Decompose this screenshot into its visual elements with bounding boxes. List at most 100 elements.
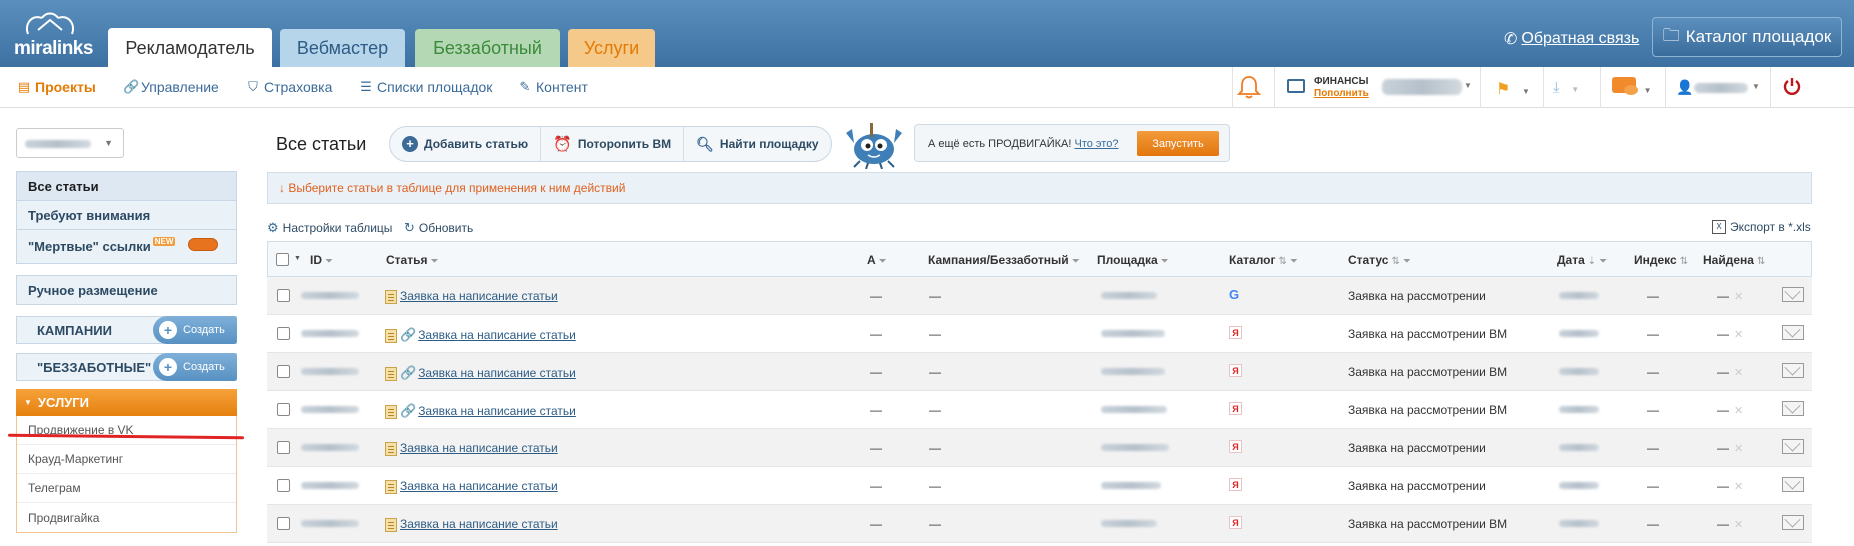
tab-services[interactable]: Услуги bbox=[568, 29, 655, 67]
topup-link[interactable]: Пополнить bbox=[1314, 88, 1369, 99]
sort-icon[interactable]: ⇅ bbox=[1757, 256, 1765, 267]
select-all-checkbox[interactable] bbox=[276, 253, 289, 266]
menu-all-articles[interactable]: Все статьи bbox=[17, 172, 236, 201]
hurry-webmaster-button[interactable]: ⏰ Поторопить ВМ bbox=[541, 127, 685, 161]
tab-webmaster[interactable]: Вебмастер bbox=[280, 29, 405, 67]
find-site-button[interactable]: 🔍︎ Найти площадку bbox=[684, 127, 830, 161]
row-checkbox[interactable] bbox=[277, 365, 290, 378]
envelope-icon[interactable] bbox=[1782, 401, 1804, 416]
menu-need-attention[interactable]: Требуют внимания bbox=[17, 201, 236, 230]
article-link[interactable]: Заявка на написание статьи bbox=[400, 289, 558, 303]
table-row[interactable]: 🔗 Заявка на написание статьи — — Я Заявка… bbox=[267, 391, 1812, 429]
sort-icon[interactable]: ⇅ bbox=[1279, 256, 1287, 267]
filter-icon[interactable]: ⏷ bbox=[1403, 256, 1411, 267]
nav-site-lists[interactable]: ☰ Списки площадок bbox=[359, 79, 492, 95]
article-link[interactable]: Заявка на написание статьи bbox=[400, 441, 558, 455]
miralinks-logo[interactable]: miralinks bbox=[14, 8, 93, 60]
col-a[interactable]: А ⏷ bbox=[867, 253, 887, 267]
article-link[interactable]: Заявка на написание статьи bbox=[418, 366, 576, 380]
close-icon[interactable]: ✕ bbox=[1734, 291, 1743, 303]
filter-icon[interactable]: ⏷ bbox=[1599, 256, 1607, 267]
close-icon[interactable]: ✕ bbox=[1734, 519, 1743, 531]
row-checkbox[interactable] bbox=[277, 289, 290, 302]
close-icon[interactable]: ✕ bbox=[1734, 367, 1743, 379]
dead-links-toggle[interactable] bbox=[188, 238, 218, 251]
launch-button[interactable]: Запустить bbox=[1137, 131, 1219, 156]
tab-advertiser[interactable]: Рекламодатель bbox=[108, 28, 272, 68]
envelope-icon[interactable] bbox=[1782, 439, 1804, 454]
feedback-link[interactable]: ✆ Обратная связь bbox=[1504, 29, 1639, 49]
col-campaign[interactable]: Кампания/Беззаботный ⏷ bbox=[928, 253, 1080, 267]
envelope-icon[interactable] bbox=[1782, 287, 1804, 302]
table-row[interactable]: 🔗 Заявка на написание статьи — — Я Заявка… bbox=[267, 315, 1812, 353]
col-date[interactable]: Дата ⇣ ⏷ bbox=[1557, 253, 1607, 267]
sort-desc-icon[interactable]: ⇣ bbox=[1588, 256, 1596, 267]
col-site[interactable]: Площадка ⏷ bbox=[1097, 253, 1169, 267]
col-index[interactable]: Индекс ⇅ bbox=[1634, 253, 1688, 267]
table-row[interactable]: Заявка на написание статьи — — Я Заявка … bbox=[267, 467, 1812, 505]
export-xls-link[interactable]: X Экспорт в *.xls bbox=[1712, 220, 1811, 234]
article-link[interactable]: Заявка на написание статьи bbox=[400, 479, 558, 493]
row-checkbox[interactable] bbox=[277, 441, 290, 454]
refresh-link[interactable]: ↻ Обновить bbox=[404, 220, 473, 236]
services-header[interactable]: ▼ УСЛУГИ bbox=[16, 389, 237, 416]
table-row[interactable]: 🔗 Заявка на написание статьи — — Я Заявка… bbox=[267, 353, 1812, 391]
table-row[interactable]: Заявка на написание статьи — — Я Заявка … bbox=[267, 505, 1812, 543]
download-menu[interactable]: ⤓ ▼ bbox=[1553, 79, 1579, 96]
col-catalog[interactable]: Каталог ⇅ ⏷ bbox=[1229, 253, 1298, 267]
close-icon[interactable]: ✕ bbox=[1734, 405, 1743, 417]
service-crowd-marketing[interactable]: Крауд-Маркетинг bbox=[17, 445, 236, 474]
filter-icon[interactable]: ⏷ bbox=[325, 256, 333, 267]
menu-manual-placement[interactable]: Ручное размещение bbox=[17, 276, 236, 304]
envelope-icon[interactable] bbox=[1782, 363, 1804, 378]
finance-widget[interactable]: ФИНАНСЫ Пополнить ▼ bbox=[1284, 73, 1472, 103]
promo-what-link[interactable]: Что это? bbox=[1075, 138, 1119, 150]
flag-menu[interactable]: ⚑ ▼ bbox=[1496, 79, 1530, 99]
nav-management[interactable]: 🔗 Управление bbox=[123, 79, 219, 95]
menu-dead-links[interactable]: "Мертвые" ссылки NEW bbox=[17, 230, 236, 263]
bell-icon[interactable] bbox=[1236, 74, 1262, 100]
user-menu[interactable]: 👤 ▼ bbox=[1676, 78, 1760, 98]
table-row[interactable]: Заявка на написание статьи — — Я Заявка … bbox=[267, 429, 1812, 467]
tab-carefree[interactable]: Беззаботный bbox=[415, 29, 560, 67]
col-found[interactable]: Найдена ⇅ bbox=[1703, 253, 1765, 267]
article-link[interactable]: Заявка на написание статьи bbox=[418, 404, 576, 418]
envelope-icon[interactable] bbox=[1782, 477, 1804, 492]
row-checkbox[interactable] bbox=[277, 517, 290, 530]
row-checkbox[interactable] bbox=[277, 327, 290, 340]
filter-icon[interactable]: ⏷ bbox=[430, 256, 438, 267]
filter-icon[interactable]: ⏷ bbox=[1072, 256, 1080, 267]
create-campaign-button[interactable]: + Создать bbox=[153, 316, 237, 344]
create-carefree-button[interactable]: + Создать bbox=[153, 353, 237, 381]
table-row[interactable]: Заявка на написание статьи — — G Заявка … bbox=[267, 277, 1812, 315]
close-icon[interactable]: ✕ bbox=[1734, 329, 1743, 341]
add-article-button[interactable]: + Добавить статью bbox=[390, 127, 542, 161]
service-vk-promotion[interactable]: Продвижение в VK bbox=[17, 416, 236, 445]
envelope-icon[interactable] bbox=[1782, 515, 1804, 530]
col-status[interactable]: Статус ⇅ ⏷ bbox=[1348, 253, 1411, 267]
sort-icon[interactable]: ⇅ bbox=[1680, 256, 1688, 267]
envelope-icon[interactable] bbox=[1782, 325, 1804, 340]
project-select[interactable]: ▼ bbox=[16, 128, 124, 158]
col-article[interactable]: Статья ⏷ bbox=[386, 253, 438, 267]
row-checkbox[interactable] bbox=[277, 479, 290, 492]
nav-content[interactable]: ✎ Контент bbox=[518, 79, 588, 95]
messages-menu[interactable]: ▼ bbox=[1612, 77, 1652, 96]
article-link[interactable]: Заявка на написание статьи bbox=[418, 328, 576, 342]
row-checkbox[interactable] bbox=[277, 403, 290, 416]
sort-icon[interactable]: ⇅ bbox=[1391, 256, 1399, 267]
filter-icon[interactable]: ⏷ bbox=[1290, 256, 1298, 267]
close-icon[interactable]: ✕ bbox=[1734, 443, 1743, 455]
nav-insurance[interactable]: ⛉ Страховка bbox=[246, 79, 332, 95]
catalog-button[interactable]: 🗀 Каталог площадок bbox=[1652, 17, 1842, 57]
nav-projects[interactable]: ▤ Проекты bbox=[17, 79, 96, 95]
service-prodvigaika[interactable]: Продвигайка bbox=[17, 503, 236, 532]
filter-icon[interactable]: ⏷ bbox=[1161, 256, 1169, 267]
close-icon[interactable]: ✕ bbox=[1734, 481, 1743, 493]
filter-icon[interactable]: ⏷ bbox=[879, 256, 887, 267]
power-icon[interactable] bbox=[1782, 76, 1802, 96]
col-id[interactable]: ID ⏷ bbox=[310, 253, 333, 267]
article-link[interactable]: Заявка на написание статьи bbox=[400, 517, 558, 531]
chevron-down-icon[interactable]: ▼ bbox=[294, 255, 301, 262]
table-settings-link[interactable]: ⚙ Настройки таблицы bbox=[267, 220, 392, 236]
